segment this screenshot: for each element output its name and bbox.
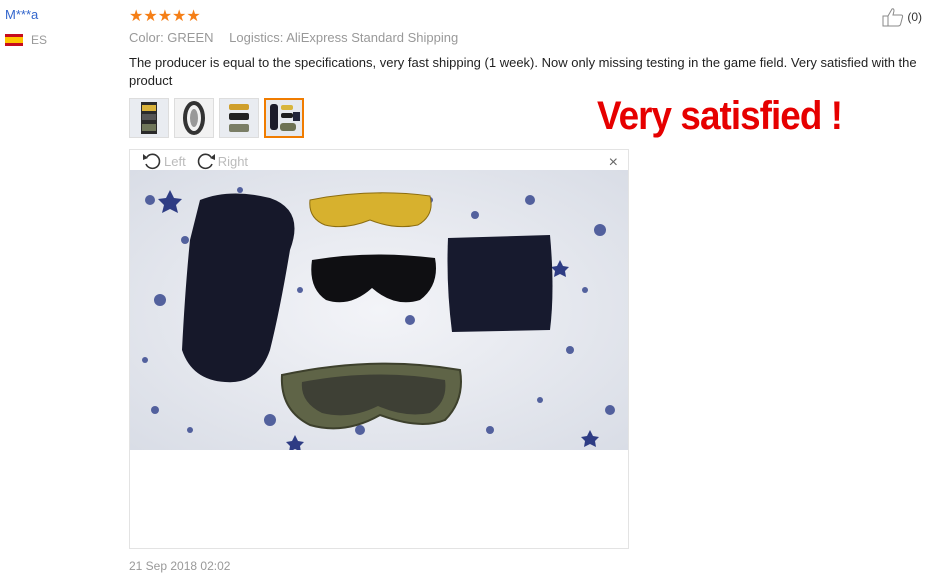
- shipping-logistics: Logistics: AliExpress Standard Shipping: [229, 30, 459, 45]
- goggles-kit-photo: [130, 170, 628, 450]
- review-photo-thumbnail[interactable]: [174, 98, 214, 138]
- helpful-count: (0): [907, 10, 922, 24]
- rotate-right-label: Right: [217, 153, 249, 169]
- star-rating: ★★★★★: [129, 8, 201, 25]
- review-photo-thumbnail-selected[interactable]: [264, 98, 304, 138]
- reviewer-name[interactable]: M***a: [5, 7, 38, 22]
- rotate-right-icon: [197, 153, 215, 170]
- review-photo: [130, 170, 628, 450]
- country-code: ES: [31, 33, 48, 47]
- spain-flag-icon: [5, 34, 23, 46]
- review-photo-thumbnail[interactable]: [129, 98, 169, 138]
- review-meta: Color: GREEN Logistics: AliExpress Stand…: [129, 30, 458, 45]
- reviewer-country: ES: [5, 33, 47, 47]
- photo-viewer: Left Right ×: [129, 149, 629, 549]
- overlay-caption: Very satisfied !: [597, 94, 843, 138]
- review-date: 21 Sep 2018 02:02: [129, 559, 231, 573]
- helpful-button[interactable]: (0): [881, 7, 922, 27]
- thumbs-up-icon[interactable]: [881, 7, 905, 27]
- review-photo-thumbnail[interactable]: [219, 98, 259, 138]
- rotate-left-icon: [143, 153, 161, 170]
- viewer-controls: Left Right: [142, 152, 248, 170]
- rotate-right-button[interactable]: Right: [196, 152, 248, 170]
- photo-thumbnails: [129, 98, 304, 138]
- rotate-left-button[interactable]: Left: [142, 152, 186, 170]
- review-text: The producer is equal to the specificati…: [129, 55, 917, 88]
- rotate-left-label: Left: [164, 153, 186, 169]
- product-color: Color: GREEN: [129, 30, 214, 45]
